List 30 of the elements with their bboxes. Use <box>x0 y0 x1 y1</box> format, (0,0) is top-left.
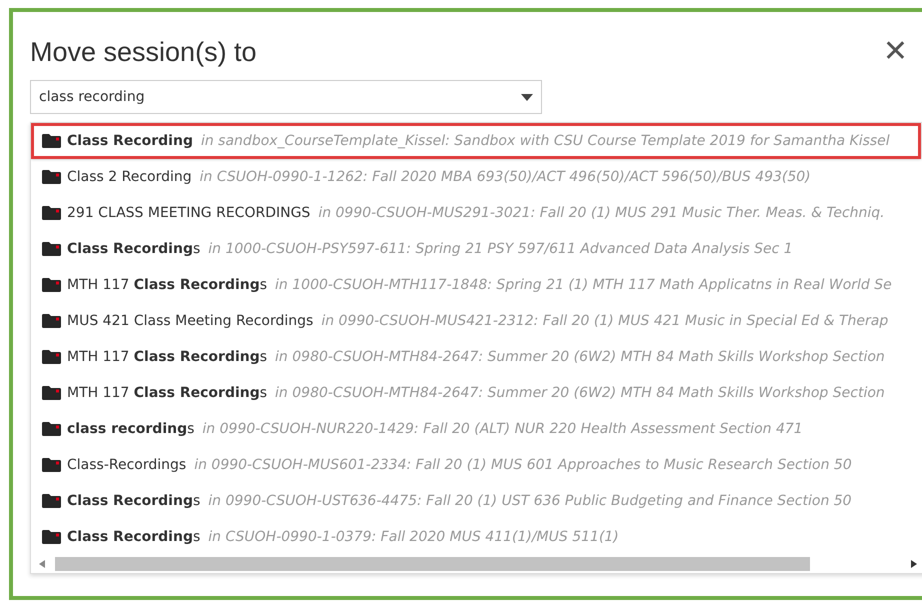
result-item[interactable]: Class Recordings in 1000-CSUOH-PSY597-611: Spring 21 PSY 597/611 Advanced Data Analysis Sec 1 <box>31 231 921 267</box>
caret-icon[interactable] <box>521 94 533 100</box>
scroll-right-icon[interactable] <box>911 560 917 568</box>
scroll-left-icon[interactable] <box>39 560 45 568</box>
result-item[interactable]: Class 2 Recording in CSUOH-0990-1-1262: Fall 2020 MBA 693(50)/ACT 496(50)/ACT 596(50)/BUS 493(50) <box>31 159 921 195</box>
result-item[interactable]: MTH 117 Class Recordings in 0980-CSUOH-MTH84-2647: Summer 20 (6W2) MTH 84 Math Skills Workshop Section <box>31 375 921 411</box>
result-item[interactable]: Class Recordings in 0990-CSUOH-UST636-4475: Fall 20 (1) UST 636 Public Budgeting and Finance Section 50 <box>31 483 921 519</box>
folder-icon <box>42 206 61 220</box>
folder-icon <box>42 278 61 292</box>
folder-icon <box>42 386 61 400</box>
folder-icon <box>42 170 61 184</box>
result-item[interactable]: Class Recordings in CSUOH-0990-1-0379: Fall 2020 MUS 411(1)/MUS 511(1) <box>31 519 921 555</box>
folder-icon <box>42 314 61 328</box>
result-item[interactable]: class recordings in 0990-CSUOH-NUR220-1429: Fall 20 (ALT) NUR 220 Health Assessment Section 471 <box>31 411 921 447</box>
result-item[interactable]: MUS 421 Class Meeting Recordings in 0990-CSUOH-MUS421-2312: Fall 20 (1) MUS 421 Music in Special Ed & Therap <box>31 303 921 339</box>
dialog-title: Move session(s) to <box>30 36 257 68</box>
result-item[interactable]: Class Recording in sandbox_CourseTemplate_Kissel: Sandbox with CSU Course Template 2019 for Samantha Kissel <box>31 123 921 159</box>
folder-icon <box>42 350 61 364</box>
folder-icon <box>42 458 61 472</box>
folder-icon <box>42 530 61 544</box>
folder-icon <box>42 422 61 436</box>
folder-icon <box>42 134 61 148</box>
result-item[interactable]: 291 CLASS MEETING RECORDINGS in 0990-CSUOH-MUS291-3021: Fall 20 (1) MUS 291 Music Ther. Meas. & Techniq. <box>31 195 921 231</box>
search-field[interactable]: class recording <box>30 80 542 114</box>
folder-icon <box>42 494 61 508</box>
result-item[interactable]: MTH 117 Class Recordings in 0980-CSUOH-MTH84-2647: Summer 20 (6W2) MTH 84 Math Skills Workshop Section <box>31 339 921 375</box>
result-item[interactable]: Class-Recordings in 0990-CSUOH-MUS601-2334: Fall 20 (1) MUS 601 Approaches to Music Research Section 50 <box>31 447 921 483</box>
folder-icon <box>42 242 61 256</box>
result-item[interactable]: MTH 117 Class Recordings in 1000-CSUOH-MTH117-1848: Spring 21 (1) MTH 117 Math Applicatns in Real World Se <box>31 267 921 303</box>
close-button[interactable]: ✕ <box>882 34 908 68</box>
